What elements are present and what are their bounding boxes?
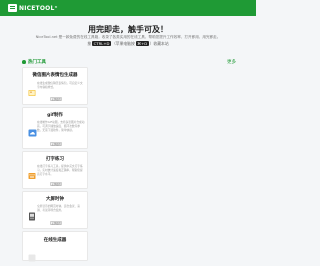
tool-card-wechat-meme[interactable]: 微信图片表情包生成器 在线生成微信聊天表情包，可自定义文字内容和样式。 立即使用 bbox=[22, 67, 88, 105]
image-icon bbox=[28, 82, 36, 101]
tip-prefix: 按 bbox=[87, 41, 92, 46]
cloud-icon bbox=[28, 122, 37, 141]
card-title: 在线生成器 bbox=[43, 238, 67, 243]
card-description: 在线打字练习工具，提供中英文打字练习，实时统计速度和正确率，帮助您提高打字水平。 bbox=[37, 164, 83, 176]
hero-description: NiceTool.net 是一款免费的在线工具箱，收录了各类实用的在线工具，帮助… bbox=[35, 35, 221, 39]
tool-card-generator[interactable]: 在线生成器 bbox=[22, 231, 88, 262]
card-title: 微信图片表情包生成器 bbox=[32, 73, 78, 78]
tool-icon bbox=[28, 247, 36, 266]
popular-tools-header: 热门工具 更多 bbox=[22, 58, 236, 66]
logo-icon bbox=[8, 4, 17, 12]
tool-card-typing-practice[interactable]: 打字练习 在线打字练习工具，提供中英文打字练习，实时统计速度和正确率，帮助您提高… bbox=[22, 151, 88, 189]
tool-card-big-clock[interactable]: 大屏时钟 全屏显示的网页时钟，适合会议、演讲、考试等场合使用。 立即使用 bbox=[22, 191, 88, 229]
tip-suffix: ）收藏本站 bbox=[149, 41, 169, 46]
clock-icon bbox=[28, 206, 36, 225]
card-description: 在线制作GIF动图，支持多张图片合成动画，可调节播放速度、循环次数等参数，无需下… bbox=[37, 120, 85, 132]
fire-icon bbox=[22, 60, 26, 64]
use-now-button[interactable]: 立即使用 bbox=[50, 97, 62, 101]
shortcut-key-cmd-d: ⌘+D bbox=[135, 41, 149, 46]
tip-middle: （苹果电脑按 bbox=[111, 41, 135, 46]
site-logo[interactable]: NICETOOL® bbox=[8, 3, 58, 13]
keyboard-icon bbox=[28, 165, 36, 184]
section-title: 热门工具 bbox=[22, 59, 46, 65]
card-title: 打字练习 bbox=[46, 157, 64, 162]
hero-title: 用完即走，触手可及！ bbox=[88, 25, 168, 34]
top-bar: NICETOOL® bbox=[0, 0, 256, 16]
card-description: 全屏显示的网页时钟，适合会议、演讲、考试等场合使用。 bbox=[37, 204, 80, 212]
card-title: gif制作 bbox=[47, 113, 63, 118]
more-link[interactable]: 更多 bbox=[227, 59, 236, 65]
card-description: 在线生成微信聊天表情包，可自定义文字内容和样式。 bbox=[37, 81, 83, 89]
use-now-button[interactable]: 立即使用 bbox=[50, 182, 62, 186]
tool-card-gif-maker[interactable]: gif制作 在线制作GIF动图，支持多张图片合成动画，可调节播放速度、循环次数等… bbox=[22, 107, 88, 149]
bookmark-tip: 按 CTRL+D （苹果电脑按 ⌘+D ）收藏本站 bbox=[0, 41, 256, 47]
use-now-button[interactable]: 立即使用 bbox=[50, 142, 62, 146]
card-title: 大屏时钟 bbox=[46, 197, 64, 202]
shortcut-key-ctrl-d: CTRL+D bbox=[92, 41, 111, 46]
use-now-button[interactable]: 立即使用 bbox=[50, 221, 62, 225]
logo-text: NICETOOL® bbox=[19, 4, 58, 12]
section-title-text: 热门工具 bbox=[28, 60, 46, 65]
